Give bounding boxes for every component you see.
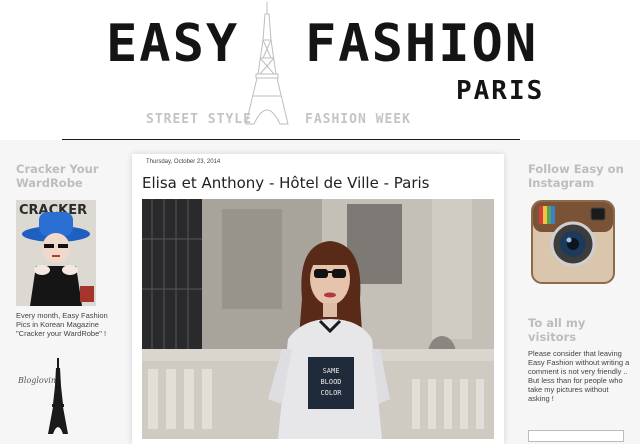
brand-title-easy[interactable]: EASY <box>106 14 239 74</box>
post-photo[interactable]: SAME BLOOD COLOR <box>142 199 494 439</box>
post-title-link[interactable]: Elisa et Anthony - Hôtel de Ville - Pari… <box>142 174 429 192</box>
sidebar-heading-instagram: Follow Easy on Instagram <box>528 162 624 190</box>
magazine-caption: Every month, Easy Fashion Pics in Korean… <box>16 311 108 338</box>
brand-title-fashion[interactable]: FASHION <box>305 14 538 74</box>
sidebar-heading-cracker: Cracker Your WardRobe <box>16 162 99 190</box>
instagram-icon[interactable] <box>531 200 615 284</box>
magazine-cover-illustration: CRACKER <box>16 200 96 306</box>
street-style-photo: SAME BLOOD COLOR <box>142 199 494 439</box>
bloglovin-eiffel-icon[interactable] <box>47 358 69 434</box>
magazine-cover-image[interactable]: CRACKER <box>16 200 96 306</box>
eiffel-tower-logo-icon <box>245 2 289 125</box>
sidebar-widget-box <box>528 430 624 442</box>
tagline-street-style: STREET STYLE <box>146 112 252 127</box>
shirt-print-line2: BLOOD <box>320 378 341 386</box>
post-date: Thursday, October 23, 2014 <box>146 159 221 165</box>
brand-title-paris: PARIS <box>456 76 545 106</box>
shirt-print-line3: COLOR <box>320 389 342 397</box>
shirt-print-line1: SAME <box>323 367 340 375</box>
blog-header: EASY FASHION PARIS STREET STYLE FASHION … <box>0 0 640 140</box>
visitors-message: Please consider that leaving Easy Fashio… <box>528 349 630 403</box>
sidebar-heading-visitors: To all my visitors <box>528 316 586 344</box>
header-divider <box>62 139 520 140</box>
tagline-fashion-week: FASHION WEEK <box>305 112 411 127</box>
